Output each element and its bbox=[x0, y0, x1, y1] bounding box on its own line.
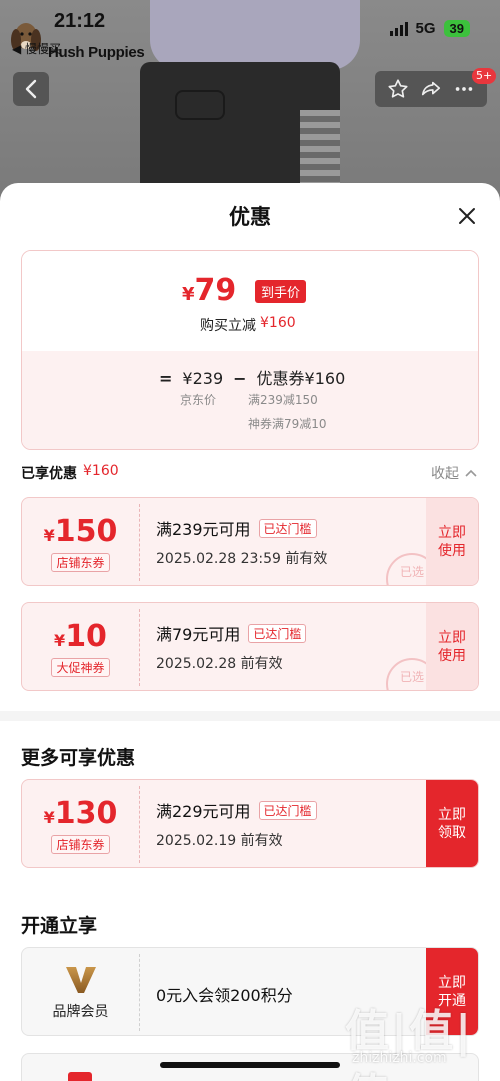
status-time: 21:12 bbox=[54, 10, 106, 32]
coupon-amount: ¥ 150 bbox=[43, 513, 118, 549]
chevron-up-icon bbox=[465, 469, 477, 477]
threshold-reached-tag: 已达门槛 bbox=[258, 518, 317, 538]
use-now-button[interactable]: 立即使用 bbox=[426, 498, 478, 585]
threshold-reached-tag: 已达门槛 bbox=[248, 623, 307, 643]
final-price: ¥ 79 bbox=[182, 273, 237, 308]
coupon-type: 店铺东券 bbox=[51, 834, 110, 854]
coupon-card: ¥ 130 店铺东券 满229元可用 已达门槛 2025.02.19 前有效 立… bbox=[21, 779, 479, 868]
coupon-amount: ¥ 130 bbox=[43, 795, 118, 831]
threshold-reached-tag: 已达门槛 bbox=[258, 800, 317, 820]
brand-member-label: 品牌会员 bbox=[52, 1003, 109, 1020]
final-price-tag: 到手价 bbox=[255, 280, 307, 303]
price-formula-line: = ¥239 − 优惠券¥160 bbox=[159, 369, 346, 388]
signal-icon bbox=[389, 21, 408, 36]
price-summary-top: ¥ 79 到手价 购买立减 ¥160 bbox=[22, 251, 478, 351]
brand-name: Hush Puppies bbox=[48, 44, 145, 61]
product-pocket-shape bbox=[175, 90, 225, 120]
open-benefits-title: 开通立享 bbox=[21, 915, 98, 937]
collapse-button[interactable]: 收起 bbox=[431, 463, 477, 483]
sheet-title: 优惠 bbox=[229, 205, 271, 229]
coupon-expire: 2025.02.19 前有效 bbox=[156, 833, 283, 849]
coupon-detail-2: 神券满79减10 bbox=[248, 417, 327, 431]
more-icon[interactable] bbox=[453, 78, 475, 100]
coupon-expire: 2025.02.28 前有效 bbox=[156, 656, 283, 672]
star-icon[interactable] bbox=[387, 78, 409, 100]
brand-member-v-icon bbox=[65, 966, 96, 993]
use-now-button[interactable]: 立即使用 bbox=[426, 603, 478, 690]
product-shirt-shape bbox=[150, 0, 360, 70]
home-indicator bbox=[160, 1062, 340, 1068]
original-price-label: 京东价 bbox=[180, 393, 217, 407]
enjoyed-discount-header: 已享优惠 ¥160 bbox=[21, 463, 119, 482]
reduce-line: 购买立减 ¥160 bbox=[200, 315, 296, 334]
coupon-card: ¥ 150 店铺东券 满239元可用 已达门槛 2025.02.28 23:59… bbox=[21, 497, 479, 586]
coupon-type: 大促神券 bbox=[51, 657, 110, 677]
coupon-condition: 满229元可用 bbox=[156, 802, 251, 821]
close-icon[interactable] bbox=[454, 203, 480, 229]
coupon-condition: 满79元可用 bbox=[156, 625, 241, 644]
more-discounts-title: 更多可享优惠 bbox=[21, 747, 136, 769]
watermark-url: zhizhizhi.com bbox=[352, 1050, 447, 1066]
share-icon[interactable] bbox=[420, 78, 442, 100]
watermark-logo: 值|值|值 bbox=[345, 1006, 474, 1081]
network-type: 5G bbox=[415, 20, 436, 37]
top-toolbar bbox=[375, 71, 487, 107]
coupon-type: 店铺东券 bbox=[51, 552, 110, 572]
claim-now-button[interactable]: 立即领取 bbox=[426, 780, 478, 867]
coupon-card: ¥ 10 大促神券 满79元可用 已达门槛 2025.02.28 前有效 已选 … bbox=[21, 602, 479, 691]
price-summary-card: ¥ 79 到手价 购买立减 ¥160 = ¥239 − 优惠券¥160 京东价 … bbox=[21, 250, 479, 450]
benefit-icon bbox=[68, 1072, 92, 1081]
coupon-expire: 2025.02.28 23:59 前有效 bbox=[156, 551, 328, 567]
back-button[interactable] bbox=[13, 72, 49, 106]
section-separator bbox=[0, 711, 500, 721]
price-formula: = ¥239 − 优惠券¥160 京东价 满239减150 神券满79减10 bbox=[22, 351, 478, 449]
coupon-condition: 满239元可用 bbox=[156, 520, 251, 539]
coupon-detail-1: 满239减150 bbox=[248, 393, 318, 407]
status-indicators: 5G 39 bbox=[389, 20, 470, 37]
message-badge: 5+ bbox=[472, 68, 497, 84]
chevron-left-icon bbox=[25, 79, 37, 99]
coupon-amount: ¥ 10 bbox=[54, 618, 107, 654]
battery-icon: 39 bbox=[443, 20, 470, 37]
member-benefit-text: 0元入会领200积分 bbox=[156, 986, 293, 1005]
discount-sheet: 优惠 ¥ 79 到手价 购买立减 ¥160 = ¥239 − 优惠券¥160 京… bbox=[0, 183, 500, 1081]
